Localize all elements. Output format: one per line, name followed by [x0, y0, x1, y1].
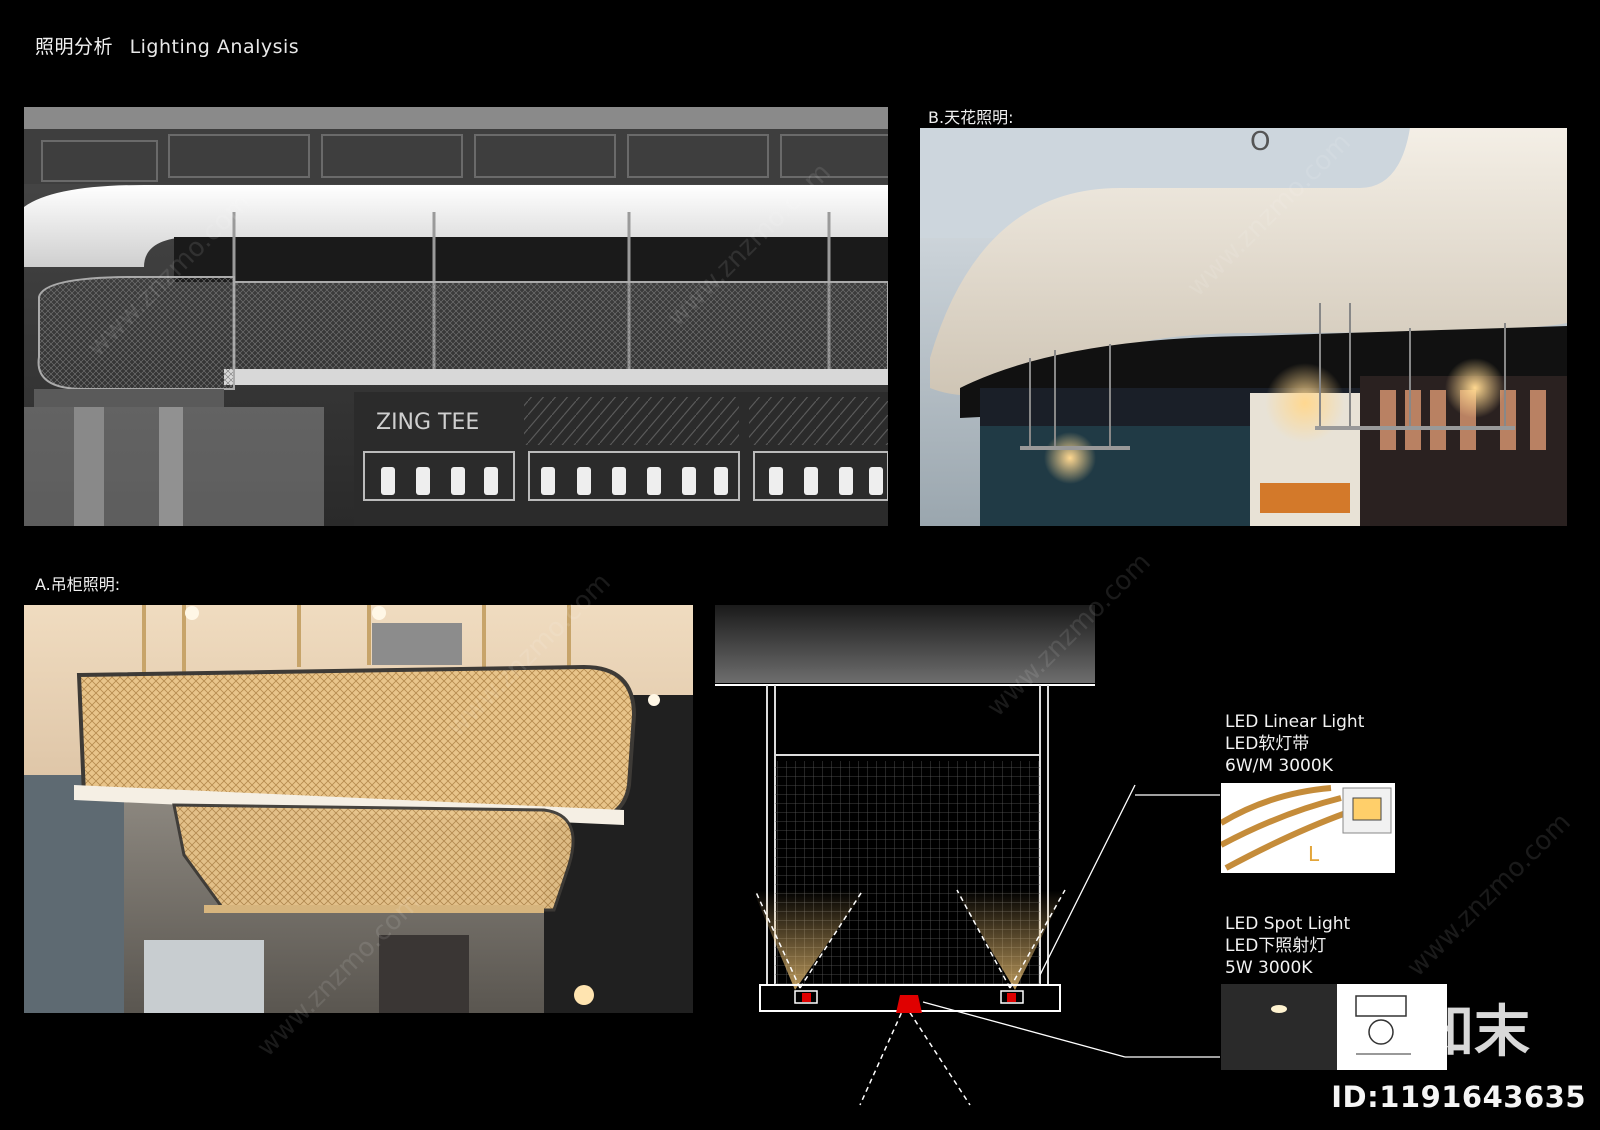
page-title: 照明分析 Lighting Analysis: [35, 32, 299, 59]
render-illustration: ZING TEE: [24, 107, 888, 526]
title-en: Lighting Analysis: [129, 36, 300, 58]
watermark-logo: 知末: [1418, 1000, 1530, 1065]
image-led-strip: L: [1221, 783, 1395, 873]
title-cn: 照明分析: [35, 36, 114, 58]
leader-lines: [1125, 794, 1220, 1058]
render-hanging-cabinet-grayscale: ZING TEE: [24, 107, 888, 526]
photo-ceiling-lighting: O: [920, 128, 1567, 526]
spot-light-illustration: [1221, 984, 1447, 1070]
spec-linear-title-cn: LED软灯带: [1225, 734, 1310, 754]
spec-linear-light: LED Linear Light LED软灯带 6W/M 3000K: [1225, 711, 1364, 777]
section-a-label: A.吊柜照明:: [35, 575, 121, 594]
spec-spot-title-en: LED Spot Light: [1225, 914, 1351, 934]
svg-text:O: O: [1250, 128, 1270, 157]
sign-text: ZING TEE: [376, 410, 479, 435]
led-strip-illustration: L: [1221, 785, 1392, 871]
svg-text:L: L: [1308, 842, 1320, 866]
spec-linear-power: 6W/M 3000K: [1225, 756, 1333, 776]
photo-illustration: O: [920, 128, 1567, 526]
image-spot-light: [1221, 984, 1447, 1070]
spec-spot-light: LED Spot Light LED下照射灯 5W 3000K: [1225, 913, 1350, 979]
watermark-diag-7: www.znzmo.com: [1401, 807, 1577, 983]
watermark-id: ID:1191643635: [1331, 1080, 1586, 1114]
spec-spot-power: 5W 3000K: [1225, 958, 1313, 978]
spec-spot-title-cn: LED下照射灯: [1225, 936, 1327, 956]
spec-linear-title-en: LED Linear Light: [1225, 712, 1365, 732]
section-b-label: B.天花照明:: [928, 108, 1014, 127]
